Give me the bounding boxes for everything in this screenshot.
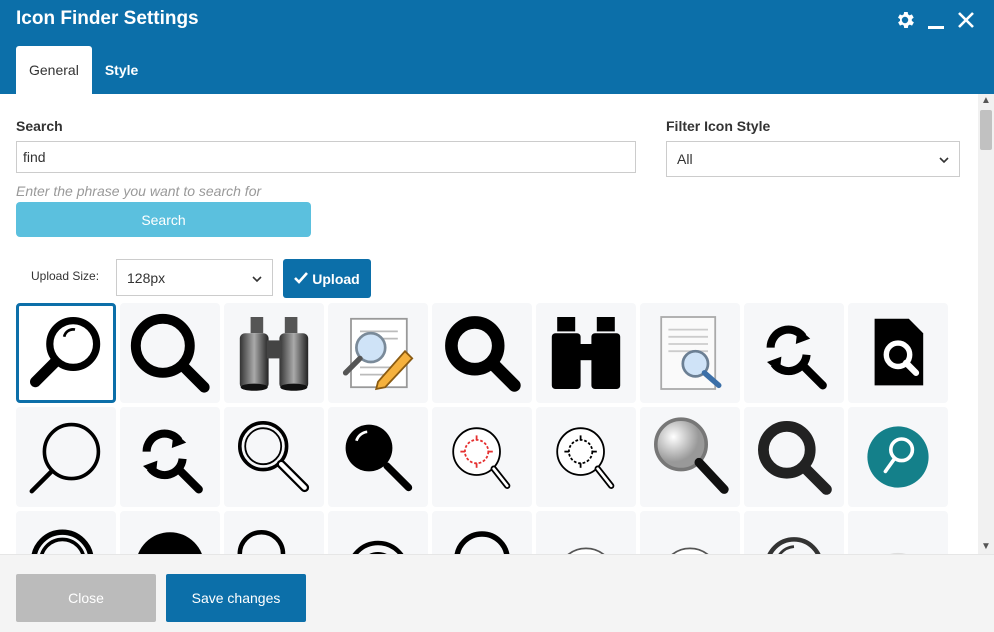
icon-result[interactable]: [120, 407, 220, 507]
search-label: Search: [16, 118, 63, 134]
settings-content: Search find Enter the phrase you want to…: [0, 94, 978, 554]
scrollbar-thumb[interactable]: [980, 110, 992, 150]
icon-result[interactable]: [328, 511, 428, 554]
magnifier-eye-icon: [352, 540, 404, 554]
icon-result[interactable]: [432, 511, 532, 554]
scroll-up-arrow-icon[interactable]: ▲: [978, 94, 994, 108]
magnifier-teal-circle-icon: [867, 426, 929, 488]
tab-style[interactable]: Style: [92, 46, 151, 94]
vertical-scrollbar[interactable]: ▲ ▼: [978, 94, 994, 554]
compass-icon: [890, 552, 906, 554]
upload-size-label: Upload Size:: [31, 269, 100, 283]
filter-style-select[interactable]: All: [666, 141, 960, 177]
magnifier-3d-icon: [654, 417, 729, 494]
bug-search-icon: [556, 427, 615, 489]
search-button[interactable]: Search: [16, 202, 311, 237]
magnifier-arc-icon: [767, 537, 821, 554]
icon-result[interactable]: [224, 511, 324, 554]
icon-result[interactable]: [744, 303, 844, 403]
chevron-down-icon: [939, 151, 949, 167]
icon-result[interactable]: [640, 407, 740, 507]
filter-label: Filter Icon Style: [666, 118, 771, 134]
filter-style-value: All: [677, 151, 693, 167]
search-help-text: Enter the phrase you want to search for: [16, 183, 262, 199]
icon-result[interactable]: [536, 303, 636, 403]
magnifier-outline-icon: [29, 422, 101, 494]
close-icon[interactable]: [956, 9, 976, 36]
upload-size-select[interactable]: 128px: [116, 259, 273, 296]
icon-result[interactable]: [848, 407, 948, 507]
icon-result[interactable]: [328, 407, 428, 507]
compass-icon: [567, 547, 605, 554]
magnifier-round-icon: [454, 531, 510, 554]
icon-result[interactable]: [536, 511, 636, 554]
icon-result[interactable]: [328, 303, 428, 403]
icon-result[interactable]: [744, 511, 844, 554]
upload-button[interactable]: Upload: [283, 259, 371, 298]
check-icon: [294, 271, 309, 287]
magnifier-thin-icon: [237, 529, 286, 554]
magnifier-thick-icon: [758, 421, 832, 495]
document-magnifier-icon: [660, 316, 722, 390]
refresh-search-icon: [766, 325, 827, 390]
window-controls: [894, 9, 976, 36]
icon-result[interactable]: [744, 407, 844, 507]
search-input[interactable]: find: [16, 141, 636, 173]
icon-result[interactable]: [640, 303, 740, 403]
dialog-footer: Close Save changes: [0, 554, 994, 632]
tab-general[interactable]: General: [16, 46, 92, 94]
icon-result[interactable]: [16, 407, 116, 507]
icon-result[interactable]: [432, 407, 532, 507]
gear-icon[interactable]: [894, 9, 916, 36]
document-magnifier-pencil-icon: [342, 317, 414, 391]
icon-result[interactable]: [224, 303, 324, 403]
magnifier-bold-icon: [130, 313, 210, 393]
minimize-icon[interactable]: [926, 9, 946, 36]
binoculars-icon: [239, 317, 309, 391]
icon-result[interactable]: [640, 511, 740, 554]
window-title: Icon Finder Settings: [16, 8, 199, 29]
refresh-search-icon: [142, 429, 203, 494]
icon-result[interactable]: [224, 407, 324, 507]
icon-result[interactable]: [120, 511, 220, 554]
window-header: Icon Finder Settings General Style: [0, 0, 994, 94]
icon-result[interactable]: [848, 303, 948, 403]
upload-button-label: Upload: [312, 270, 360, 287]
close-button[interactable]: Close: [16, 574, 156, 622]
binoculars-solid-icon: [551, 317, 621, 389]
compass-icon: [671, 547, 709, 554]
icon-results-grid: [16, 303, 952, 554]
icon-result[interactable]: [536, 407, 636, 507]
magnifier-filled-lens-icon: [345, 424, 413, 492]
magnifier-glossy-icon: [30, 317, 101, 388]
bug-search-red-icon: [452, 427, 511, 489]
chevron-down-icon: [252, 270, 262, 286]
scroll-down-arrow-icon[interactable]: ▼: [978, 540, 994, 554]
magnifier-ring-icon: [31, 529, 94, 554]
save-changes-button[interactable]: Save changes: [166, 574, 306, 622]
file-search-icon: [874, 318, 924, 386]
icon-result[interactable]: [848, 511, 948, 554]
icon-result[interactable]: [16, 303, 116, 403]
magnifier-double-ring-icon: [238, 421, 310, 493]
icon-result[interactable]: [120, 303, 220, 403]
magnifier-disc-icon: [138, 532, 202, 554]
magnifier-solid-icon: [445, 316, 521, 392]
icon-result[interactable]: [16, 511, 116, 554]
tab-bar: General Style: [16, 46, 151, 94]
icon-result[interactable]: [432, 303, 532, 403]
upload-size-value: 128px: [127, 269, 166, 286]
